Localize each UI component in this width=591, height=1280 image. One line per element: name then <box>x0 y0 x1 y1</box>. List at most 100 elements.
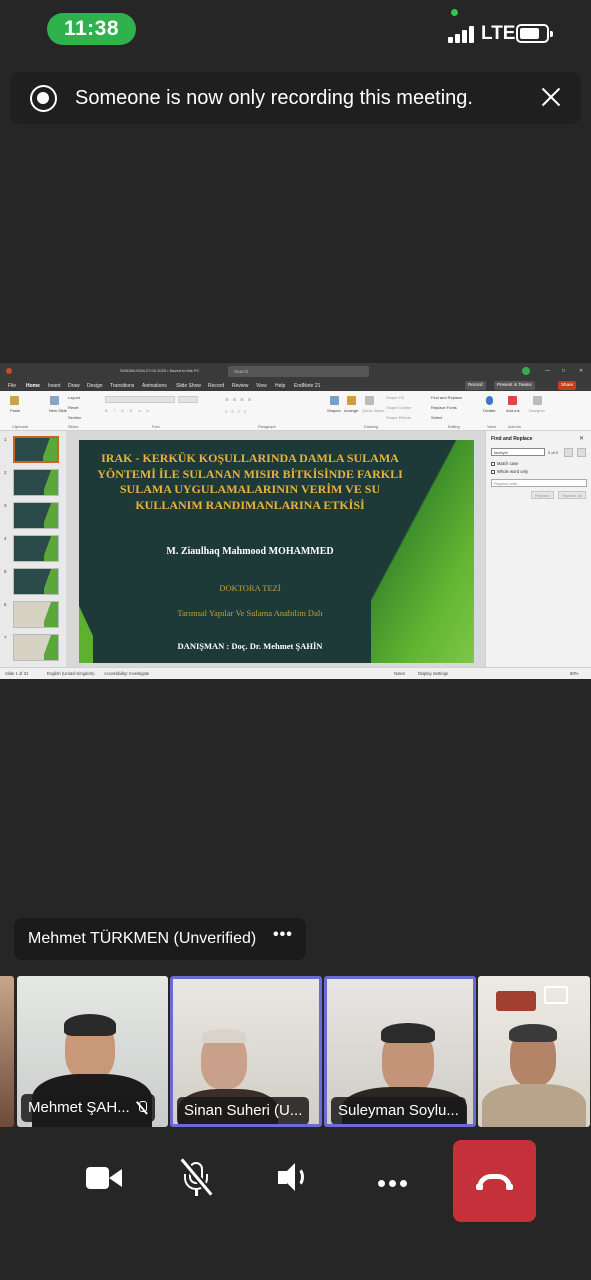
paragraph-icons[interactable]: ☰☰☰☰ <box>225 397 255 402</box>
arrange-label[interactable]: Arrange <box>344 408 358 413</box>
participant-tile[interactable] <box>0 976 14 1127</box>
dictate-icon[interactable] <box>486 396 493 405</box>
more-icon[interactable]: ••• <box>273 926 293 944</box>
shapes-icon[interactable] <box>330 396 339 405</box>
document-title: SUNUM-SON-27.02.2023 • Saved to this PC <box>120 368 200 373</box>
participant-name-text: Sinan Suheri (U... <box>184 1102 303 1119</box>
more-options-button[interactable] <box>365 1154 425 1204</box>
paste-icon[interactable] <box>10 396 19 405</box>
slide-thumbnail[interactable] <box>13 436 59 463</box>
slide-thumbnail[interactable] <box>13 568 59 595</box>
slide-canvas[interactable]: IRAK - KERKÜK KOŞULLARINDA DAMLA SULAMA … <box>66 431 485 667</box>
group-paragraph: Paragraph <box>258 425 276 429</box>
mic-button[interactable] <box>167 1154 227 1204</box>
replace-all-button[interactable]: Replace All <box>558 491 587 499</box>
select-label[interactable]: Select <box>431 415 442 420</box>
participant-name-text: Suleyman Soylu... <box>338 1102 459 1119</box>
slide-thumbnail[interactable] <box>13 634 59 661</box>
tab-record[interactable]: Record <box>208 383 224 389</box>
find-replace-label[interactable]: Find and Replace <box>431 395 462 400</box>
window-close-icon[interactable]: ✕ <box>579 368 583 374</box>
tab-draw[interactable]: Draw <box>68 383 80 389</box>
slide-thumbnail[interactable] <box>13 601 59 628</box>
slide-thumbnail[interactable] <box>13 535 59 562</box>
dictate-label[interactable]: Dictate <box>483 408 495 413</box>
tab-help[interactable]: Help <box>275 383 285 389</box>
thumb-number: 2 <box>4 470 7 475</box>
user-avatar[interactable] <box>522 367 530 375</box>
maximize-icon[interactable]: □ <box>562 368 565 374</box>
shape-fill-label[interactable]: Shape Fill <box>386 395 404 400</box>
notes-button[interactable]: Notes <box>394 671 405 676</box>
add-ins-label[interactable]: Add-ins <box>506 408 520 413</box>
tab-review[interactable]: Review <box>232 383 248 389</box>
arrange-icon[interactable] <box>347 396 356 405</box>
display-settings-button[interactable]: Display Settings <box>418 671 448 676</box>
designer-label[interactable]: Designer <box>529 408 545 413</box>
accessibility-label[interactable]: Accessibility: Investigate <box>104 671 149 676</box>
shapes-label[interactable]: Shapes <box>327 408 341 413</box>
designer-icon[interactable] <box>533 396 542 405</box>
font-size-box[interactable] <box>178 396 198 403</box>
language-label[interactable]: English (United Kingdom) <box>47 671 94 676</box>
pane-close-icon[interactable]: ✕ <box>579 435 584 442</box>
tab-animations[interactable]: Animations <box>142 383 167 389</box>
replace-input[interactable]: Replace with... <box>491 479 587 487</box>
participant-name: Suleyman Soylu... <box>331 1097 466 1124</box>
previous-match-button[interactable] <box>564 448 573 457</box>
present-in-teams-button[interactable]: Present in Teams <box>494 381 535 390</box>
new-slide-icon[interactable] <box>50 396 59 405</box>
group-slides: Slides <box>68 425 79 429</box>
find-input[interactable]: fazetyel <box>491 448 545 456</box>
align-icons[interactable]: ≡≡≡≡ <box>225 409 250 414</box>
hangup-button[interactable] <box>453 1140 536 1222</box>
participant-tile[interactable] <box>478 976 590 1127</box>
tab-design[interactable]: Design <box>87 383 103 389</box>
shape-outline-label[interactable]: Shape Outline <box>386 405 411 410</box>
next-match-button[interactable] <box>577 448 586 457</box>
speaker-button[interactable] <box>266 1154 326 1204</box>
participant-tile[interactable]: Suleyman Soylu... <box>324 976 476 1127</box>
record-button[interactable]: Record <box>465 381 486 390</box>
font-family-box[interactable] <box>105 396 175 403</box>
camera-icon <box>86 1167 109 1189</box>
shared-screen[interactable]: SUNUM-SON-27.02.2023 • Saved to this PC … <box>0 363 591 679</box>
tab-view[interactable]: View <box>256 383 267 389</box>
zoom-level[interactable]: 80% <box>570 671 578 676</box>
tab-endnote[interactable]: EndNote 21 <box>294 383 320 389</box>
tab-slideshow[interactable]: Slide Show <box>176 383 201 389</box>
participant-tile[interactable]: Mehmet ŞAH... <box>17 976 168 1127</box>
powerpoint-icon <box>6 368 12 374</box>
new-slide-label[interactable]: New Slide <box>49 408 67 413</box>
minimize-icon[interactable]: — <box>545 368 550 374</box>
camera-button[interactable] <box>78 1154 138 1204</box>
participant-tile[interactable]: Sinan Suheri (U... <box>170 976 322 1127</box>
clock: 11:38 <box>47 13 136 45</box>
close-icon[interactable] <box>538 84 564 110</box>
tab-file[interactable]: File <box>8 383 16 389</box>
match-case-checkbox[interactable]: Match case <box>491 461 518 466</box>
replace-fonts-label[interactable]: Replace Fonts <box>431 405 457 410</box>
presenter-name-tag[interactable]: Mehmet TÜRKMEN (Unverified) ••• <box>14 918 306 960</box>
search-box[interactable]: Search <box>228 366 369 377</box>
section-label[interactable]: Section <box>68 415 81 420</box>
add-ins-icon[interactable] <box>508 396 517 405</box>
font-format-icons[interactable]: BIUSab <box>105 408 155 413</box>
reset-label[interactable]: Reset <box>68 405 78 410</box>
tab-transitions[interactable]: Transitions <box>110 383 134 389</box>
slide-thumbnail[interactable] <box>13 469 59 496</box>
whole-word-checkbox[interactable]: Whole word only <box>491 469 528 474</box>
replace-button[interactable]: Replace <box>531 491 554 499</box>
camera-in-use-indicator <box>451 9 458 16</box>
paste-label[interactable]: Paste <box>10 408 20 413</box>
current-slide[interactable]: IRAK - KERKÜK KOŞULLARINDA DAMLA SULAMA … <box>79 440 474 663</box>
pane-title: Find and Replace <box>491 436 533 442</box>
tab-home[interactable]: Home <box>26 383 40 389</box>
tab-insert[interactable]: Insert <box>48 383 61 389</box>
share-button[interactable]: Share <box>558 381 577 390</box>
shape-effects-label[interactable]: Shape Effects <box>386 415 411 420</box>
quick-styles-icon[interactable] <box>365 396 374 405</box>
slide-thumbnail[interactable] <box>13 502 59 529</box>
quick-styles-label[interactable]: Quick Styles <box>362 408 384 413</box>
layout-label[interactable]: Layout <box>68 395 80 400</box>
